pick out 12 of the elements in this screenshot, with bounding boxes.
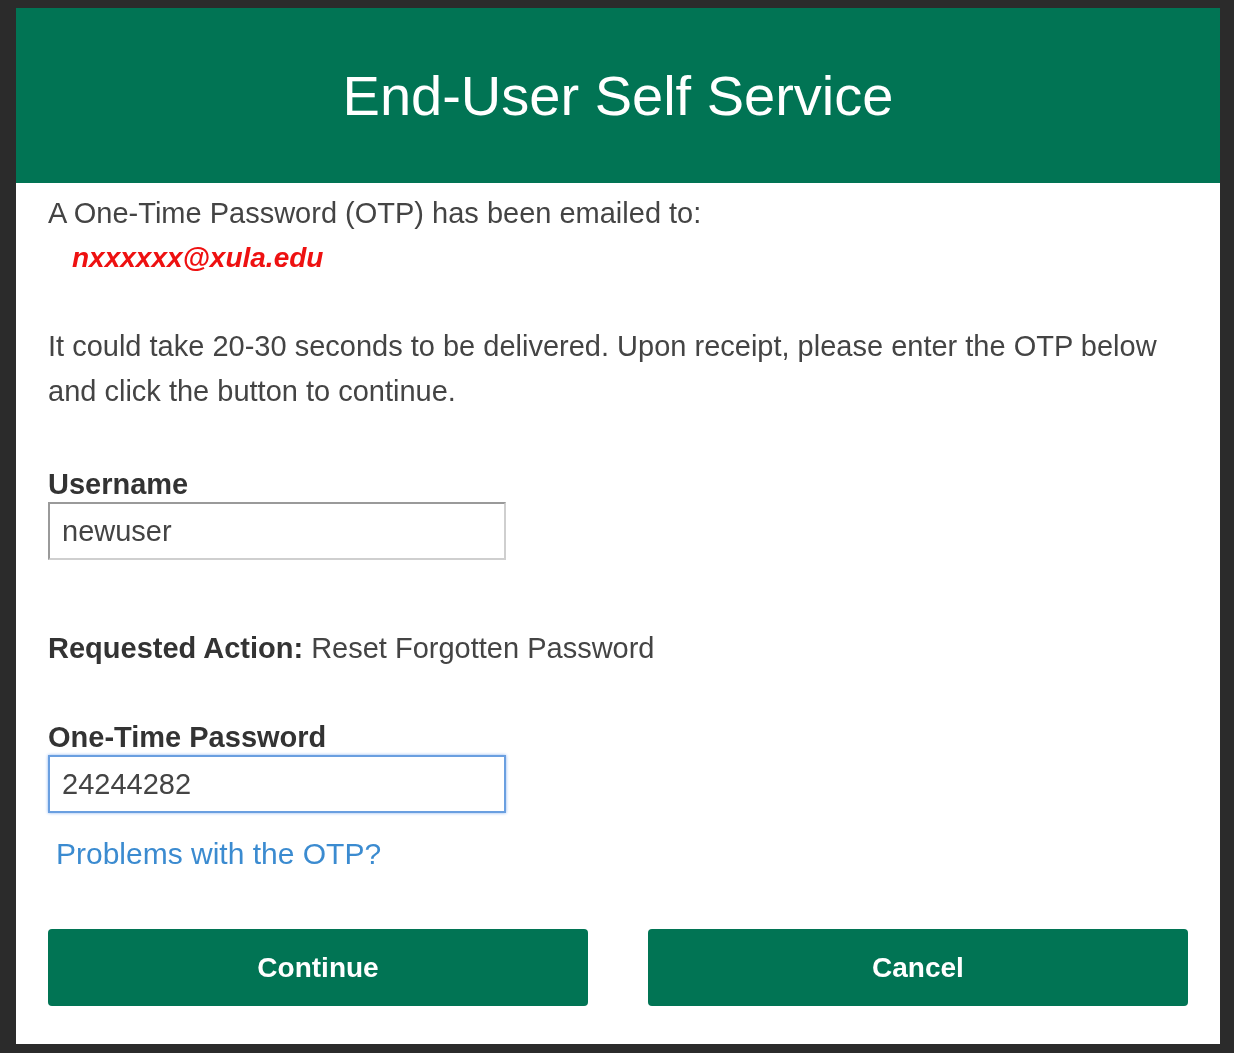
otp-help-link[interactable]: Problems with the OTP? bbox=[56, 837, 382, 871]
notice-text: A One-Time Password (OTP) has been emailed to: bbox=[48, 196, 702, 231]
otp-field[interactable]: 24244282 bbox=[48, 755, 506, 813]
page-title: End-User Self Service bbox=[342, 63, 894, 128]
email-address: nxxxxxx@xula.edu bbox=[72, 241, 324, 275]
otp-label: One-Time Password bbox=[48, 720, 327, 755]
username-field[interactable]: newuser bbox=[48, 502, 506, 560]
instructions-text: It could take 20-30 seconds to be delivered. Upon receipt, please enter the OTP below and click the button to continue. bbox=[48, 329, 1158, 409]
continue-button[interactable]: Continue bbox=[48, 929, 588, 1006]
username-label: Username bbox=[48, 467, 189, 502]
requested-action-text: Requested Action: Reset Forgotten Password bbox=[48, 632, 655, 665]
cancel-button[interactable]: Cancel bbox=[648, 929, 1188, 1006]
